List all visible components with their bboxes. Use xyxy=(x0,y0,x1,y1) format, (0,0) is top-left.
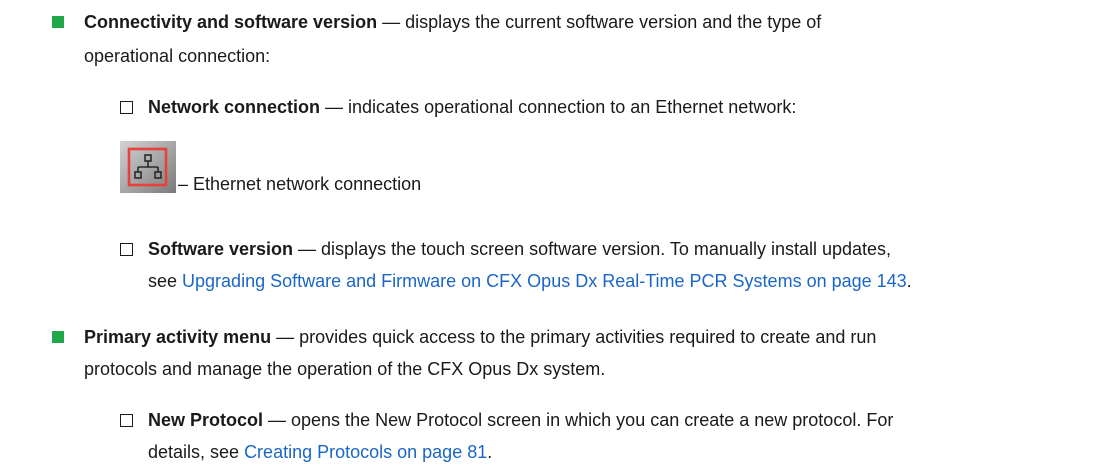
sublist-item-software-version-line2: see Upgrading Software and Firmware on C… xyxy=(148,269,912,293)
sublist-item-software-version-line1: Software version — displays the touch sc… xyxy=(148,237,891,261)
list-item-connectivity-line2: operational connection: xyxy=(84,46,271,66)
sublist-item-new-protocol-line1: New Protocol — opens the New Protocol sc… xyxy=(148,408,893,432)
subitem-desc-suffix: . xyxy=(906,271,912,291)
green-square-bullet-icon xyxy=(52,331,64,343)
list-item-primary-activity-line1: Primary activity menu — provides quick a… xyxy=(84,325,876,349)
sublist-item-new-protocol-line2: details, see Creating Protocols on page … xyxy=(148,440,492,464)
subitem-desc: — indicates operational connection to an… xyxy=(320,97,797,117)
creating-protocols-link[interactable]: Creating Protocols on page 81 xyxy=(244,442,487,462)
checkbox-bullet-icon xyxy=(120,101,133,114)
subitem-desc-prefix: details, see xyxy=(148,442,245,462)
sublist-item-network-connection: Network connection — indicates operation… xyxy=(148,95,796,119)
subitem-desc: — opens the New Protocol screen in which… xyxy=(263,410,894,430)
checkbox-bullet-icon xyxy=(120,414,133,427)
item-desc: — displays the current software version … xyxy=(377,12,822,32)
subitem-title: Software version xyxy=(148,239,294,259)
ethernet-network-icon xyxy=(120,141,176,193)
subitem-desc-suffix: . xyxy=(487,442,493,462)
item-desc: — provides quick access to the primary a… xyxy=(271,327,877,347)
list-item-primary-activity-line2: protocols and manage the operation of th… xyxy=(84,359,606,379)
subitem-title: New Protocol xyxy=(148,410,264,430)
checkbox-bullet-icon xyxy=(120,243,133,256)
subitem-desc-prefix: see xyxy=(148,271,183,291)
item-title: Connectivity and software version xyxy=(84,12,378,32)
item-title: Primary activity menu xyxy=(84,327,272,347)
upgrading-software-link[interactable]: Upgrading Software and Firmware on CFX O… xyxy=(182,271,907,291)
green-square-bullet-icon xyxy=(52,16,64,28)
subitem-desc: — displays the touch screen software ver… xyxy=(293,239,892,259)
ethernet-icon-caption: – Ethernet network connection xyxy=(178,174,422,194)
subitem-title: Network connection xyxy=(148,97,321,117)
list-item-connectivity-line1: Connectivity and software version — disp… xyxy=(84,10,821,34)
